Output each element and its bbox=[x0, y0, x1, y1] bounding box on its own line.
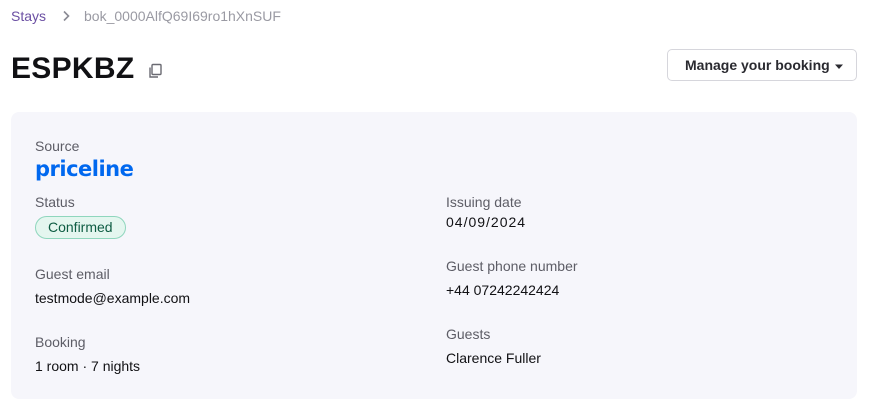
booking-value: 1 room · 7 nights bbox=[35, 358, 141, 374]
breadcrumb-stays-link[interactable]: Stays bbox=[11, 8, 46, 24]
priceline-logo: priceline bbox=[35, 157, 134, 181]
breadcrumb: Stays bok_0000AlfQ69I69ro1hXnSUF bbox=[11, 7, 281, 25]
guest-phone-value: +44 07242242424 bbox=[446, 282, 560, 298]
issuing-date-label: Issuing date bbox=[446, 194, 522, 210]
issuing-date-value: 04/09/2024 bbox=[446, 214, 527, 230]
chevron-right-icon bbox=[62, 10, 70, 22]
status-label: Status bbox=[35, 194, 75, 210]
copy-icon[interactable] bbox=[147, 63, 163, 79]
breadcrumb-current: bok_0000AlfQ69I69ro1hXnSUF bbox=[84, 8, 281, 24]
manage-booking-button[interactable]: Manage your booking bbox=[667, 49, 857, 81]
guests-label: Guests bbox=[446, 326, 491, 342]
guest-email-value: testmode@example.com bbox=[35, 290, 191, 306]
booking-label: Booking bbox=[35, 334, 86, 350]
page-title: ESPKBZ bbox=[11, 52, 135, 85]
title-row: ESPKBZ bbox=[11, 50, 163, 88]
guests-value: Clarence Fuller bbox=[446, 350, 541, 366]
status-badge: Confirmed bbox=[35, 216, 126, 239]
caret-down-icon bbox=[834, 57, 844, 73]
guest-email-label: Guest email bbox=[35, 266, 110, 282]
guest-phone-label: Guest phone number bbox=[446, 258, 578, 274]
source-label: Source bbox=[35, 138, 80, 154]
booking-details-card: Source priceline Status Confirmed Issuin… bbox=[11, 112, 857, 399]
manage-booking-label: Manage your booking bbox=[685, 57, 830, 73]
